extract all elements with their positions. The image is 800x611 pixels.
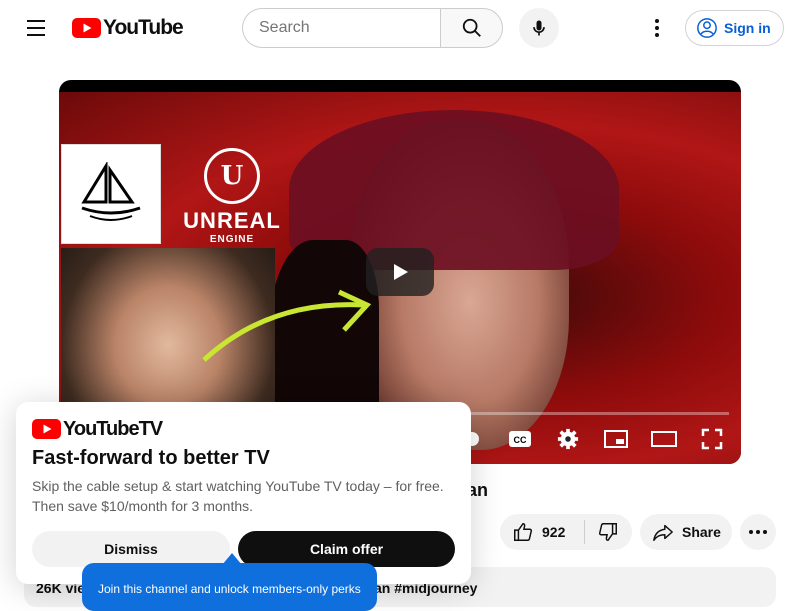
arrow-graphic: [202, 289, 372, 362]
theater-icon: [651, 431, 677, 447]
account-icon: [697, 18, 717, 38]
share-button[interactable]: Share: [640, 514, 732, 550]
share-label: Share: [682, 524, 721, 540]
midjourney-logo: [61, 144, 161, 244]
more-vert-icon[interactable]: [645, 16, 669, 40]
svg-text:CC: CC: [514, 435, 527, 445]
settings-button[interactable]: [555, 426, 581, 452]
join-channel-tooltip[interactable]: Join this channel and unlock members-onl…: [82, 563, 377, 611]
like-button[interactable]: 922: [500, 514, 584, 550]
thumb-up-icon: [514, 523, 533, 541]
like-count: 922: [542, 524, 566, 540]
mic-icon: [533, 20, 545, 36]
logo-text: YouTube: [103, 16, 184, 39]
youtube-tv-logo-text: YouTubeTV: [63, 417, 163, 440]
miniplayer-icon: [604, 430, 628, 448]
search-box: [242, 8, 503, 48]
search-input[interactable]: [242, 8, 440, 48]
sailboat-icon: [81, 162, 141, 221]
unreal-text: UNREAL: [183, 208, 281, 233]
menu-icon[interactable]: [20, 12, 52, 44]
youtube-tv-logo: YouTubeTV: [32, 417, 163, 440]
more-horiz-icon[interactable]: [740, 514, 776, 550]
fullscreen-button[interactable]: [699, 426, 725, 452]
captions-icon: CC: [509, 431, 531, 447]
miniplayer-button[interactable]: [603, 426, 629, 452]
youtube-logo[interactable]: YouTube: [72, 16, 184, 39]
masthead: YouTube Sign in: [0, 0, 800, 56]
share-icon: [653, 524, 673, 541]
voice-search-button[interactable]: [519, 8, 559, 48]
youtube-logo-icon: [32, 419, 61, 439]
dismiss-button[interactable]: Dismiss: [32, 531, 230, 567]
fullscreen-icon: [701, 428, 723, 450]
like-dislike-group: 922: [500, 514, 632, 550]
promo-title: Fast-forward to better TV: [32, 447, 270, 469]
sign-in-button[interactable]: Sign in: [685, 10, 784, 46]
settings-icon: [557, 428, 579, 450]
sign-in-label: Sign in: [724, 20, 771, 36]
unreal-mark: U: [204, 148, 260, 204]
play-icon: [394, 264, 408, 280]
dislike-button[interactable]: [585, 514, 631, 550]
youtube-logo-icon: [72, 18, 101, 38]
engine-text: ENGINE: [209, 234, 255, 245]
search-icon: [462, 18, 481, 37]
search-button[interactable]: [440, 8, 503, 48]
claim-offer-button[interactable]: Claim offer: [238, 531, 455, 567]
captions-button[interactable]: CC: [507, 426, 533, 452]
promo-body: Skip the cable setup & start watching Yo…: [32, 478, 444, 514]
player-controls: CC: [459, 424, 725, 454]
youtube-tv-promo-dialog: YouTubeTV Fast-forward to better TV Skip…: [16, 402, 471, 584]
thumb-down-icon: [598, 523, 617, 541]
theater-button[interactable]: [651, 426, 677, 452]
play-button[interactable]: [366, 248, 434, 296]
